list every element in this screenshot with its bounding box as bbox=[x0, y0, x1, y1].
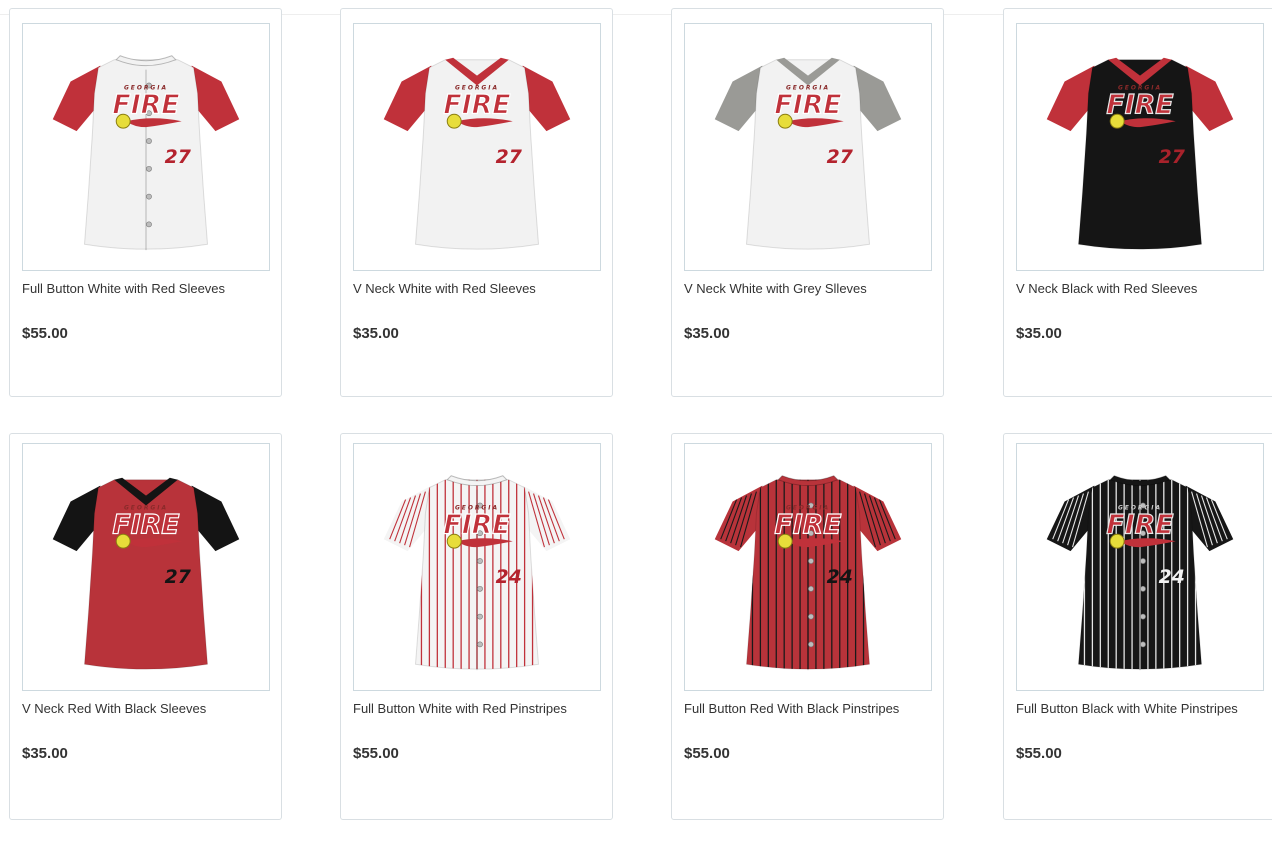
jersey-number: 24 bbox=[1159, 567, 1185, 588]
button-dot bbox=[477, 641, 483, 648]
softball-icon bbox=[1109, 113, 1125, 129]
product-price: $35.00 bbox=[353, 325, 399, 342]
button-dot bbox=[146, 165, 152, 172]
button-dot bbox=[1140, 641, 1146, 648]
jersey-illustration: GEORGIAFIRE27 bbox=[714, 57, 902, 250]
button-dot bbox=[808, 558, 814, 564]
product-card[interactable]: GEORGIA FIRE 24 Full Button Red With Black… bbox=[671, 433, 944, 820]
softball-icon bbox=[115, 533, 131, 549]
product-image[interactable]: GEORGIA FIRE 27 bbox=[22, 443, 270, 691]
product-image[interactable]: GEORGIA FIRE 27 bbox=[353, 23, 601, 271]
product-price: $55.00 bbox=[353, 745, 399, 762]
button-dot bbox=[1140, 613, 1146, 620]
jersey-illustration: GEORGIAFIRE27 bbox=[52, 477, 240, 670]
product-price: $55.00 bbox=[684, 745, 730, 762]
button-dot bbox=[146, 221, 152, 228]
button-dot bbox=[146, 138, 152, 144]
product-title[interactable]: V Neck Black with Red Sleeves bbox=[1016, 281, 1197, 296]
softball-icon bbox=[115, 113, 131, 129]
softball-icon bbox=[446, 533, 462, 549]
button-dot bbox=[477, 585, 483, 592]
jersey-illustration: GEORGIAFIRE27 bbox=[52, 55, 240, 251]
jersey-number: 27 bbox=[827, 147, 854, 168]
product-image[interactable]: GEORGIA FIRE 24 bbox=[684, 443, 932, 691]
product-image[interactable]: GEORGIA FIRE 27 bbox=[22, 23, 270, 271]
jersey-illustration: GEORGIAFIRE27 bbox=[383, 57, 571, 250]
button-dot bbox=[477, 613, 483, 620]
product-title[interactable]: Full Button White with Red Sleeves bbox=[22, 281, 225, 296]
product-card[interactable]: GEORGIA FIRE 24 Full Button White with Red… bbox=[340, 433, 613, 820]
product-image[interactable]: GEORGIA FIRE 27 bbox=[684, 23, 932, 271]
jersey-number: 27 bbox=[1159, 147, 1186, 168]
jersey-illustration: GEORGIAFIRE24 bbox=[714, 475, 902, 671]
product-card[interactable]: GEORGIA FIRE 27 V Neck Black with Red Slee… bbox=[1003, 8, 1272, 397]
jersey-number: 27 bbox=[496, 147, 523, 168]
button-dot bbox=[808, 613, 814, 620]
softball-icon bbox=[777, 533, 793, 549]
button-dot bbox=[808, 585, 814, 592]
product-title[interactable]: Full Button Red With Black Pinstripes bbox=[684, 701, 899, 716]
product-card[interactable]: GEORGIA FIRE 27 V Neck White with Red Slee… bbox=[340, 8, 613, 397]
softball-icon bbox=[777, 113, 793, 129]
product-title[interactable]: Full Button White with Red Pinstripes bbox=[353, 701, 567, 716]
jersey-number: 24 bbox=[827, 567, 853, 588]
product-image[interactable]: GEORGIA FIRE 24 bbox=[1016, 443, 1264, 691]
softball-icon bbox=[446, 113, 462, 129]
product-title[interactable]: V Neck Red With Black Sleeves bbox=[22, 701, 206, 716]
jersey-number: 27 bbox=[165, 567, 192, 588]
jersey-illustration: GEORGIAFIRE24 bbox=[383, 475, 571, 671]
jersey-number: 27 bbox=[165, 147, 192, 168]
product-price: $55.00 bbox=[1016, 745, 1062, 762]
softball-icon bbox=[1109, 533, 1125, 549]
button-dot bbox=[146, 193, 152, 200]
button-dot bbox=[1140, 585, 1146, 592]
button-dot bbox=[477, 558, 483, 564]
product-price: $35.00 bbox=[684, 325, 730, 342]
jersey-illustration: GEORGIAFIRE27 bbox=[1046, 57, 1234, 250]
button-dot bbox=[1140, 558, 1146, 564]
button-dot bbox=[808, 641, 814, 648]
product-price: $55.00 bbox=[22, 325, 68, 342]
product-title[interactable]: V Neck White with Grey Slleves bbox=[684, 281, 867, 296]
product-image[interactable]: GEORGIA FIRE 24 bbox=[353, 443, 601, 691]
product-title[interactable]: Full Button Black with White Pinstripes bbox=[1016, 701, 1238, 716]
jersey-number: 24 bbox=[496, 567, 522, 588]
product-card[interactable]: GEORGIA FIRE 27 V Neck Red With Black Slee… bbox=[9, 433, 282, 820]
product-title[interactable]: V Neck White with Red Sleeves bbox=[353, 281, 536, 296]
product-price: $35.00 bbox=[1016, 325, 1062, 342]
product-card[interactable]: GEORGIA FIRE 24 Full Button Black with Whi… bbox=[1003, 433, 1272, 820]
jersey-illustration: GEORGIAFIRE24 bbox=[1046, 475, 1234, 671]
product-card[interactable]: GEORGIA FIRE 27 Full Button White with Red… bbox=[9, 8, 282, 397]
product-card[interactable]: GEORGIA FIRE 27 V Neck White with Grey Sll… bbox=[671, 8, 944, 397]
product-price: $35.00 bbox=[22, 745, 68, 762]
product-image[interactable]: GEORGIA FIRE 27 bbox=[1016, 23, 1264, 271]
